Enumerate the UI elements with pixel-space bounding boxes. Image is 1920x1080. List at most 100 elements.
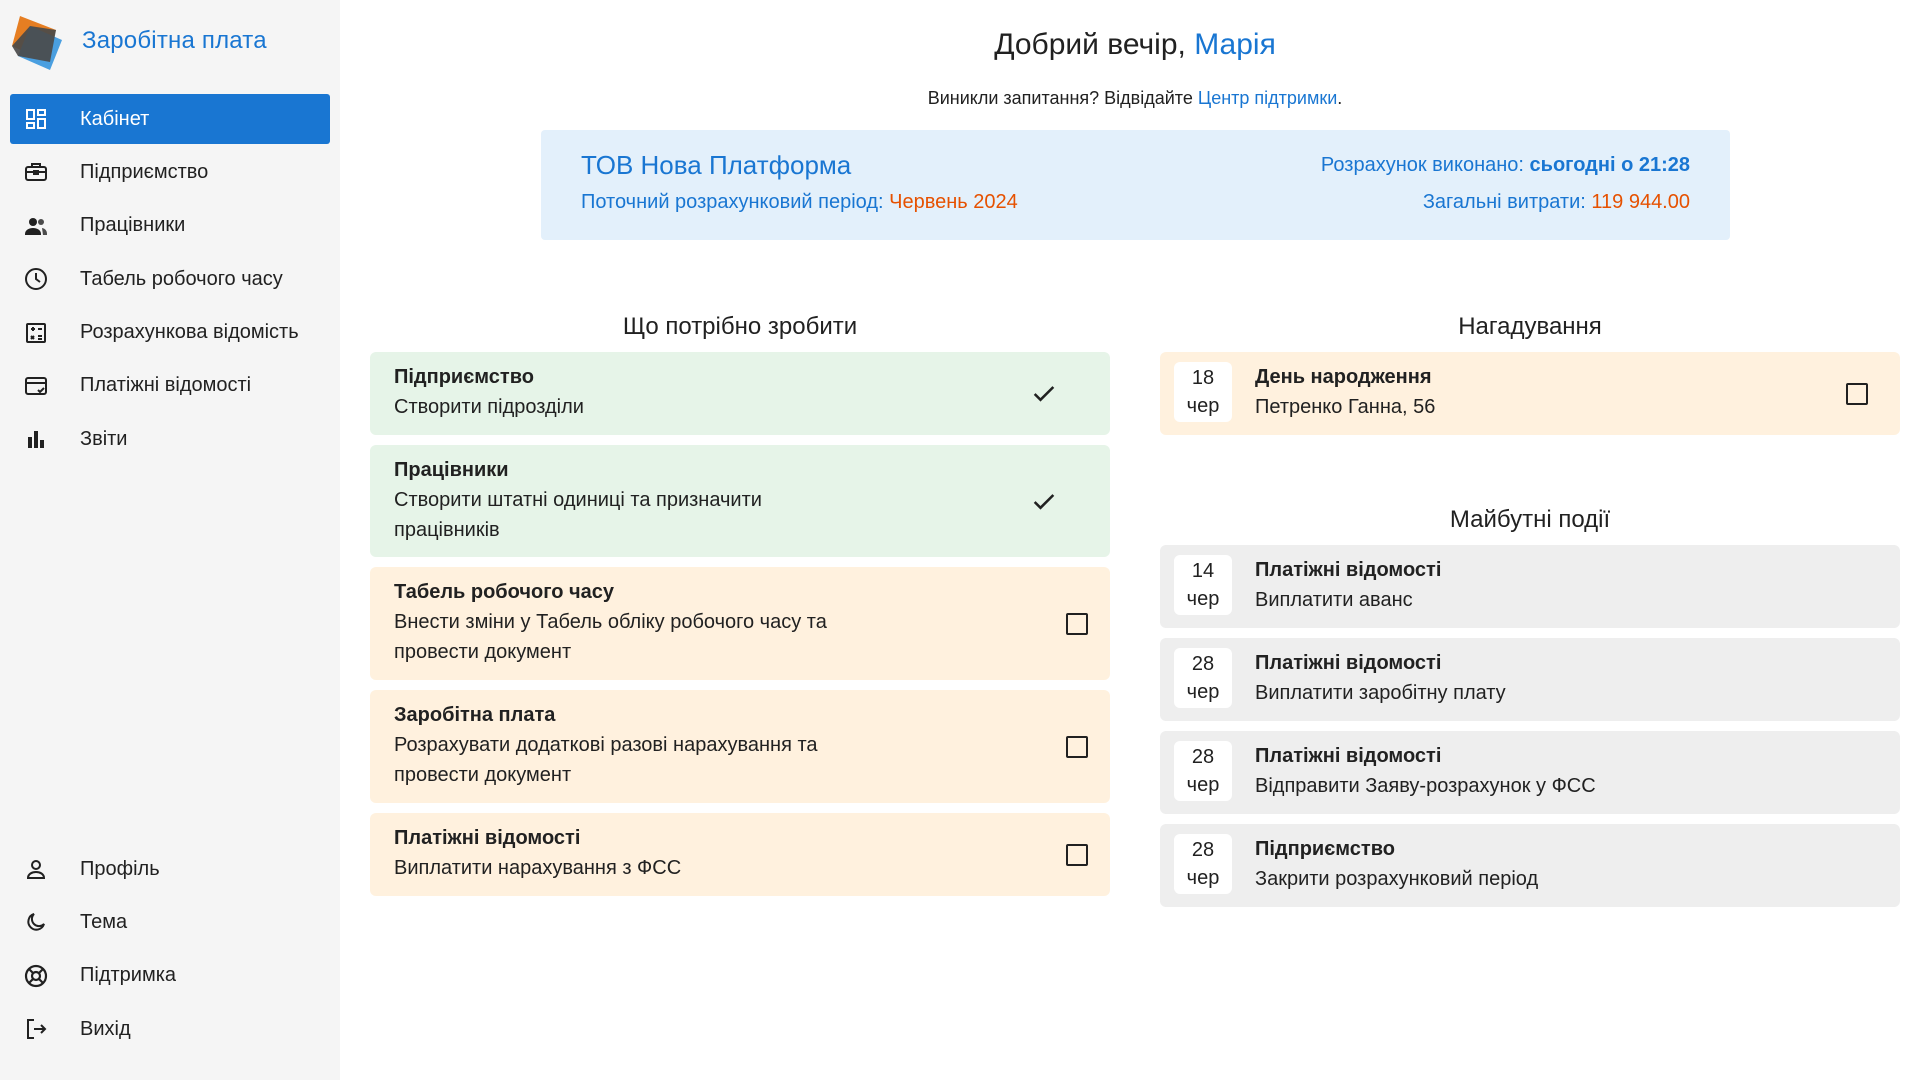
sidebar-item-label: Кабінет: [80, 107, 150, 130]
support-text: Виникли запитання? Відвідайте: [927, 88, 1193, 108]
todo-item[interactable]: Платіжні відомості Виплатити нарахування…: [370, 813, 1110, 896]
app-title: Заробітна плата: [82, 27, 267, 54]
todo-item-text: Внести зміни у Табель обліку робочого ча…: [394, 611, 827, 633]
reminder-text: Петренко Ганна, 56: [1255, 396, 1436, 418]
company-summary-card: ТОВ Нова Платформа Розрахунок виконано: …: [541, 130, 1730, 240]
check-icon: [1033, 494, 1055, 510]
reminder-title: День народження: [1255, 366, 1432, 388]
person-icon: [22, 855, 50, 883]
period-value: Червень 2024: [889, 191, 1018, 213]
sidebar-item-payroll-statement[interactable]: Розрахункова відомість: [10, 308, 330, 358]
sidebar-item-label: Вихід: [80, 1017, 131, 1040]
todo-checkbox[interactable]: [1066, 613, 1088, 635]
events-section-title: Майбутні події: [1449, 506, 1611, 533]
event-date: 14 чер: [1174, 555, 1232, 615]
date-day: 28: [1191, 653, 1215, 675]
sidebar-item-timesheet[interactable]: Табель робочого часу: [10, 254, 330, 304]
sidebar-item-label: Тема: [80, 910, 128, 933]
dashboard-icon: [22, 105, 50, 133]
sidebar: Заробітна плата Кабінет Підприємство Пра…: [0, 0, 340, 1080]
date-month: чер: [1186, 395, 1220, 417]
todo-item-text: провести документ: [394, 764, 572, 786]
event-item[interactable]: 14 чер Платіжні відомості Виплатити аван…: [1160, 545, 1900, 628]
main-content: Добрий вечір, Марія Виникли запитання? В…: [340, 0, 1920, 1080]
page-title: Добрий вечір, Марія: [340, 28, 1920, 62]
sidebar-item-payments[interactable]: Платіжні відомості: [10, 361, 330, 411]
logout-icon: [22, 1015, 50, 1043]
reminders-section-title: Нагадування: [1458, 313, 1602, 340]
sidebar-item-reports[interactable]: Звіти: [10, 414, 330, 464]
sidebar-item-employees[interactable]: Працівники: [10, 201, 330, 251]
todo-item[interactable]: Працівники Створити штатні одиниці та пр…: [370, 445, 1110, 557]
date-month: чер: [1186, 867, 1220, 889]
sidebar-item-cabinet[interactable]: Кабінет: [10, 94, 330, 144]
moon-icon: [22, 908, 50, 936]
payment-card-icon: [22, 372, 50, 400]
event-text: Закрити розрахунковий період: [1255, 868, 1539, 890]
company-name: ТОВ Нова Платформа: [581, 150, 852, 180]
todo-checkbox[interactable]: [1066, 736, 1088, 758]
event-title: Платіжні відомості: [1255, 559, 1442, 581]
app-logo-icon: [12, 16, 62, 70]
event-item[interactable]: 28 чер Платіжні відомості Виплатити заро…: [1160, 638, 1900, 721]
event-text: Виплатити аванс: [1255, 589, 1413, 611]
todo-item[interactable]: Підприємство Створити підрозділи: [370, 352, 1110, 435]
event-title: Платіжні відомості: [1255, 652, 1442, 674]
sidebar-item-label: Звіти: [80, 427, 128, 450]
date-month: чер: [1186, 681, 1220, 703]
support-center-link[interactable]: Центр підтримки: [1198, 88, 1337, 108]
sidebar-item-enterprise[interactable]: Підприємство: [10, 147, 330, 197]
reminder-checkbox[interactable]: [1846, 383, 1868, 405]
bar-chart-icon: [22, 425, 50, 453]
brand[interactable]: Заробітна плата: [10, 10, 267, 72]
sidebar-item-logout[interactable]: Вихід: [10, 1004, 330, 1054]
date-month: чер: [1186, 774, 1220, 796]
todo-item-title: Працівники: [394, 459, 509, 481]
event-title: Платіжні відомості: [1255, 745, 1442, 767]
sidebar-item-support[interactable]: Підтримка: [10, 951, 330, 1001]
todo-item-title: Платіжні відомості: [394, 827, 581, 849]
reminder-date: 18 чер: [1174, 362, 1232, 422]
sidebar-item-label: Табель робочого часу: [80, 267, 283, 290]
calculation-status: Розрахунок виконано: сьогодні о 21:28: [1321, 154, 1690, 177]
event-item[interactable]: 28 чер Платіжні відомості Відправити Зая…: [1160, 731, 1900, 814]
clock-icon: [22, 265, 50, 293]
event-text: Відправити Заяву-розрахунок у ФСС: [1255, 775, 1596, 797]
current-period: Поточний розрахунковий період: Червень 2…: [581, 191, 1018, 214]
sidebar-item-theme[interactable]: Тема: [10, 897, 330, 947]
todo-section-title: Що потрібно зробити: [622, 313, 858, 340]
todo-item[interactable]: Заробітна плата Розрахувати додаткові ра…: [370, 690, 1110, 803]
sidebar-nav: Кабінет Підприємство Працівники Табель р…: [10, 94, 330, 468]
sidebar-item-label: Працівники: [80, 214, 186, 237]
todo-item-title: Підприємство: [394, 366, 534, 388]
expenses-label: Загальні витрати:: [1422, 191, 1586, 213]
event-text: Виплатити заробітну плату: [1255, 682, 1506, 704]
event-item[interactable]: 28 чер Підприємство Закрити розрахункови…: [1160, 824, 1900, 907]
event-date: 28 чер: [1174, 834, 1232, 894]
period-label: Поточний розрахунковий період:: [581, 191, 884, 213]
calculator-icon: [22, 319, 50, 347]
todo-item-text: Створити підрозділи: [394, 396, 584, 418]
support-suffix: .: [1337, 88, 1343, 108]
sidebar-item-label: Платіжні відомості: [80, 374, 252, 397]
todo-checkbox[interactable]: [1066, 844, 1088, 866]
todo-item-text: Виплатити нарахування з ФСС: [394, 857, 682, 879]
sidebar-item-label: Підприємство: [80, 160, 209, 183]
todo-item-title: Табель робочого часу: [394, 581, 615, 603]
reminder-item[interactable]: 18 чер День народження Петренко Ганна, 5…: [1160, 352, 1900, 435]
sidebar-item-label: Розрахункова відомість: [80, 321, 299, 344]
date-day: 14: [1191, 560, 1215, 582]
sidebar-item-profile[interactable]: Профіль: [10, 844, 330, 894]
todo-item-text: працівників: [394, 519, 500, 541]
sidebar-item-label: Профіль: [80, 857, 160, 880]
greeting-text: Добрий вечір,: [994, 28, 1186, 61]
event-date: 28 чер: [1174, 648, 1232, 708]
briefcase-icon: [22, 158, 50, 186]
date-day: 28: [1191, 839, 1215, 861]
todo-item[interactable]: Табель робочого часу Внести зміни у Табе…: [370, 567, 1110, 680]
event-date: 28 чер: [1174, 741, 1232, 801]
date-day: 28: [1191, 746, 1215, 768]
sidebar-bottom-nav: Профіль Тема Підтримка Вихід: [10, 844, 330, 1058]
sidebar-item-label: Підтримка: [80, 964, 177, 987]
todo-item-text: провести документ: [394, 641, 572, 663]
